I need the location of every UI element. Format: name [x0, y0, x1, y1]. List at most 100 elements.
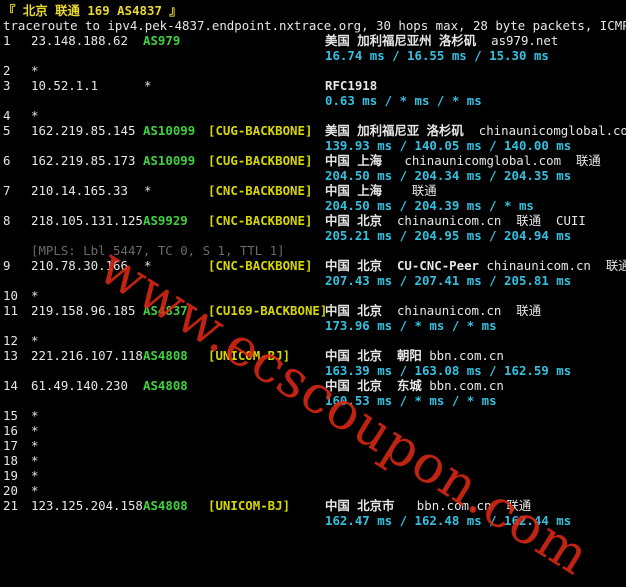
hop-row: 2 * [3, 63, 626, 78]
hop-rtt: 204.50 ms / 204.34 ms / 204.35 ms [325, 168, 572, 183]
hop-number: 16 [3, 423, 18, 438]
hop-number: 18 [3, 453, 18, 468]
hop-number: 6 [3, 153, 11, 168]
mpls-label: [MPLS: Lbl 5447, TC 0, S 1, TTL 1] [31, 243, 285, 258]
hop-row: 6 162.219.85.173 AS10099 [CUG-BACKBONE] … [3, 153, 626, 168]
hop-rtt-row: 163.39 ms / 163.08 ms / 162.59 ms [3, 363, 626, 378]
hop-asn: AS9929 [143, 213, 188, 228]
hop-rtt-row: 139.93 ms / 140.05 ms / 140.00 ms [3, 138, 626, 153]
terminal-window[interactable]: 『 北京 联通 169 AS4837 』 traceroute to ipv4.… [3, 3, 626, 535]
hop-rtt: 173.96 ms / * ms / * ms [325, 318, 497, 333]
hop-geo: 中国 北京市 bbn.com.cn 联通 [325, 498, 532, 513]
hop-asn: AS10099 [143, 153, 196, 168]
hop-number: 17 [3, 438, 18, 453]
hop-backbone-tag: [CUG-BACKBONE] [208, 123, 313, 138]
hop-backbone-tag: [UNICOM-BJ] [208, 498, 291, 513]
hop-row: 3 10.52.1.1 * RFC1918 [3, 78, 626, 93]
hop-rtt: 16.74 ms / 16.55 ms / 15.30 ms [325, 48, 549, 63]
hop-backbone-tag: [CNC-BACKBONE] [208, 258, 313, 273]
hop-backbone-tag: [CNC-BACKBONE] [208, 183, 313, 198]
hop-timeout: * [31, 453, 39, 468]
hop-number: 9 [3, 258, 11, 273]
hop-number: 7 [3, 183, 11, 198]
hop-geo: 中国 北京 chinaunicom.cn 联通 [325, 303, 542, 318]
hop-rtt: 163.39 ms / 163.08 ms / 162.59 ms [325, 363, 572, 378]
trace-header: 『 北京 联通 169 AS4837 』 [3, 3, 182, 18]
hop-row: 16 * [3, 423, 626, 438]
hop-rtt-row: 204.50 ms / 204.34 ms / 204.35 ms [3, 168, 626, 183]
hop-asn-unknown: * [144, 183, 152, 198]
hop-ip: 162.219.85.145 [31, 123, 136, 138]
hop-rtt-row: 173.96 ms / * ms / * ms [3, 318, 626, 333]
hop-row: 21 123.125.204.158 AS4808 [UNICOM-BJ] 中国… [3, 498, 626, 513]
hop-geo: 美国 加利福尼亚州 洛杉矶 as979.net [325, 33, 559, 48]
hop-ip: 218.105.131.125 [31, 213, 143, 228]
hop-geo: 中国 北京 东城 bbn.com.cn [325, 378, 504, 393]
hop-row: 11 219.158.96.185 AS4837 [CU169-BACKBONE… [3, 303, 626, 318]
hop-backbone-tag: [CU169-BACKBONE] [208, 303, 328, 318]
hop-rtt-row: 204.50 ms / 204.39 ms / * ms [3, 198, 626, 213]
hop-rtt: 204.50 ms / 204.39 ms / * ms [325, 198, 534, 213]
hop-row: 15 * [3, 408, 626, 423]
hop-geo: 中国 上海 联通 [325, 183, 437, 198]
mpls-label-row: [MPLS: Lbl 5447, TC 0, S 1, TTL 1] [3, 243, 626, 258]
hop-rtt-row: 0.63 ms / * ms / * ms [3, 93, 626, 108]
hop-backbone-tag: [UNICOM-BJ] [208, 348, 291, 363]
hop-timeout: * [31, 63, 39, 78]
hop-rtt: 207.43 ms / 207.41 ms / 205.81 ms [325, 273, 572, 288]
hop-rtt-row: 16.74 ms / 16.55 ms / 15.30 ms [3, 48, 626, 63]
hop-row: 4 * [3, 108, 626, 123]
hop-ip: 23.148.188.62 [31, 33, 128, 48]
hop-number: 21 [3, 498, 18, 513]
hop-row: 5 162.219.85.145 AS10099 [CUG-BACKBONE] … [3, 123, 626, 138]
hop-number: 15 [3, 408, 18, 423]
traceroute-command-line: traceroute to ipv4.pek-4837.endpoint.nxt… [3, 18, 626, 33]
hop-number: 1 [3, 33, 11, 48]
hop-rtt: 205.21 ms / 204.95 ms / 204.94 ms [325, 228, 572, 243]
hop-ip: 162.219.85.173 [31, 153, 136, 168]
hop-timeout: * [31, 468, 39, 483]
hop-number: 5 [3, 123, 11, 138]
hop-row: 13 221.216.107.118 AS4808 [UNICOM-BJ] 中国… [3, 348, 626, 363]
hop-row: 14 61.49.140.230 AS4808 中国 北京 东城 bbn.com… [3, 378, 626, 393]
hop-number: 20 [3, 483, 18, 498]
hop-asn: AS4837 [143, 303, 188, 318]
hop-row: 12 * [3, 333, 626, 348]
hop-rtt-row: 160.53 ms / * ms / * ms [3, 393, 626, 408]
hop-number: 12 [3, 333, 18, 348]
hop-ip: 61.49.140.230 [31, 378, 128, 393]
hop-row: 1 23.148.188.62 AS979 美国 加利福尼亚州 洛杉矶 as97… [3, 33, 626, 48]
hop-timeout: * [31, 423, 39, 438]
hop-rtt-row: 207.43 ms / 207.41 ms / 205.81 ms [3, 273, 626, 288]
hop-number: 10 [3, 288, 18, 303]
hop-number: 8 [3, 213, 11, 228]
hop-number: 13 [3, 348, 18, 363]
hop-asn: AS10099 [143, 123, 196, 138]
hop-timeout: * [31, 333, 39, 348]
hop-row: 7 210.14.165.33 * [CNC-BACKBONE] 中国 上海 联… [3, 183, 626, 198]
hop-row: 9 210.78.30.166 * [CNC-BACKBONE] 中国 北京 C… [3, 258, 626, 273]
hop-rtt: 162.47 ms / 162.48 ms / 162.44 ms [325, 513, 572, 528]
hop-geo: 美国 加利福尼亚 洛杉矶 chinaunicomglobal.com [325, 123, 626, 138]
hop-number: 14 [3, 378, 18, 393]
hop-ip: 10.52.1.1 [31, 78, 99, 93]
hop-asn: AS4808 [143, 378, 188, 393]
hop-rtt-row: 162.47 ms / 162.48 ms / 162.44 ms [3, 513, 626, 528]
hop-row: 17 * [3, 438, 626, 453]
hop-ip: 219.158.96.185 [31, 303, 136, 318]
hop-ip: 210.14.165.33 [31, 183, 128, 198]
hop-ip: 123.125.204.158 [31, 498, 143, 513]
hop-timeout: * [31, 438, 39, 453]
hop-number: 4 [3, 108, 11, 123]
hop-row: 20 * [3, 483, 626, 498]
hop-row: 18 * [3, 453, 626, 468]
hop-timeout: * [31, 408, 39, 423]
hop-number: 3 [3, 78, 11, 93]
hop-geo: 中国 北京 朝阳 bbn.com.cn [325, 348, 504, 363]
hop-timeout: * [31, 483, 39, 498]
hop-row: 19 * [3, 468, 626, 483]
hop-backbone-tag: [CNC-BACKBONE] [208, 213, 313, 228]
hop-rtt: 0.63 ms / * ms / * ms [325, 93, 482, 108]
hop-geo: RFC1918 [325, 78, 378, 93]
hop-geo: 中国 北京 CU-CNC-Peer chinaunicom.cn 联通 [325, 258, 626, 273]
